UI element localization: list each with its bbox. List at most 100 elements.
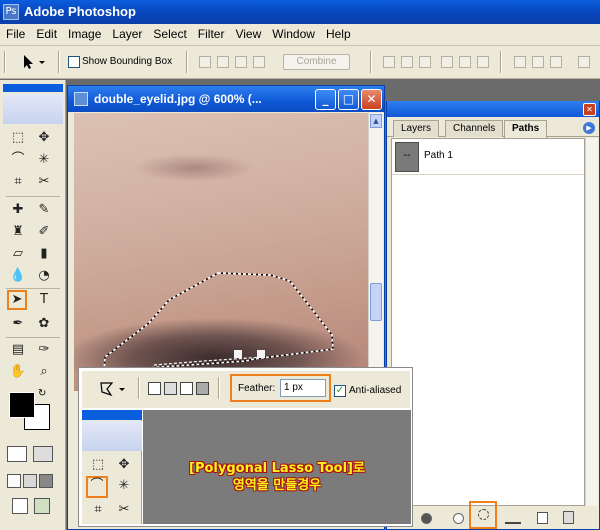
new-selection-icon[interactable] <box>148 382 161 395</box>
subtract-shape-area-icon[interactable] <box>217 56 229 68</box>
lasso-options-bar: Feather: 1 px ✓ Anti-aliased <box>82 371 410 408</box>
panel-scrollbar[interactable] <box>585 138 598 506</box>
distribute-bottom-icon[interactable] <box>550 56 562 68</box>
swap-colors-icon[interactable]: ↻ <box>38 388 46 399</box>
slice-tool-icon[interactable]: ✂ <box>114 500 134 520</box>
align-bottom-icon[interactable] <box>419 56 431 68</box>
align-left-icon[interactable] <box>441 56 453 68</box>
app-title: Adobe Photoshop <box>24 4 136 19</box>
toolbox-header[interactable] <box>3 84 63 92</box>
history-brush-tool-icon[interactable]: ✐ <box>34 222 54 242</box>
add-to-selection-icon[interactable] <box>164 382 177 395</box>
subtract-from-selection-icon[interactable] <box>180 382 193 395</box>
path-selection-tool-icon[interactable]: ➤ <box>7 290 27 310</box>
options-separator <box>58 51 60 73</box>
scrollbar-thumb[interactable] <box>370 283 382 321</box>
combine-button[interactable]: Combine <box>283 54 350 70</box>
menu-filter[interactable]: Filter <box>192 24 230 41</box>
marquee-tool-icon[interactable]: ⬚ <box>88 455 108 475</box>
menu-view[interactable]: View <box>229 24 266 41</box>
photoshop-feather-logo[interactable] <box>3 94 63 124</box>
align-right-icon[interactable] <box>477 56 489 68</box>
magic-wand-tool-icon[interactable]: ✳ <box>34 150 54 170</box>
marquee-tool-icon[interactable]: ⬚ <box>8 128 28 148</box>
eraser-tool-icon[interactable]: ▱ <box>8 244 28 264</box>
slice-tool-icon[interactable]: ✂ <box>34 172 54 192</box>
stroke-path-icon[interactable] <box>453 513 464 524</box>
crop-tool-icon[interactable]: ⌗ <box>8 172 28 192</box>
mini-toolbox-header <box>82 410 142 420</box>
distribute-top-icon[interactable] <box>514 56 526 68</box>
menu-help[interactable]: Help <box>320 24 356 41</box>
clone-stamp-tool-icon[interactable]: ♜ <box>8 222 28 242</box>
panel-menu-arrow-icon[interactable]: ▶ <box>583 122 595 134</box>
dodge-tool-icon[interactable]: ◔ <box>34 266 54 286</box>
anti-aliased-checkbox[interactable]: ✓ <box>334 385 346 397</box>
blur-tool-icon[interactable]: 💧 <box>8 266 28 286</box>
edit-in-imageready-icon[interactable] <box>34 498 50 514</box>
gradient-tool-icon[interactable]: ▮ <box>34 244 54 264</box>
quick-mask-mode-icon[interactable] <box>33 446 53 462</box>
full-screen-menu-mode-icon[interactable] <box>23 474 37 488</box>
notes-tool-icon[interactable]: ▤ <box>8 340 28 360</box>
menu-file[interactable]: File <box>0 24 30 41</box>
standard-mode-icon[interactable] <box>7 446 27 462</box>
polygonal-lasso-preset-icon[interactable] <box>98 380 130 398</box>
path-selection-tool-preset-icon[interactable] <box>18 53 48 71</box>
intersect-shape-area-icon[interactable] <box>235 56 247 68</box>
intersect-with-selection-icon[interactable] <box>196 382 209 395</box>
menu-layer[interactable]: Layer <box>106 24 147 41</box>
show-bounding-box-checkbox[interactable] <box>68 56 80 68</box>
align-vcenter-icon[interactable] <box>401 56 413 68</box>
document-title-bar[interactable]: double_eyelid.jpg @ 600% (... _ □ ✕ <box>68 86 384 112</box>
path-row[interactable]: -- Path 1 <box>392 139 584 175</box>
menu-select[interactable]: Select <box>147 24 191 41</box>
menu-window[interactable]: Window <box>266 24 320 41</box>
exclude-shape-area-icon[interactable] <box>253 56 265 68</box>
panel-close-button[interactable]: ✕ <box>583 103 596 116</box>
hand-tool-icon[interactable]: ✋ <box>8 362 28 382</box>
zoom-tool-icon[interactable]: ⌕ <box>34 362 54 382</box>
make-work-path-icon[interactable] <box>505 512 521 524</box>
tab-layers[interactable]: Layers <box>393 120 440 137</box>
tab-paths[interactable]: Paths <box>504 120 548 138</box>
options-separator <box>186 51 188 73</box>
jump-to-imageready-icon[interactable] <box>12 498 28 514</box>
fill-path-icon[interactable] <box>421 513 432 524</box>
move-tool-icon[interactable]: ✥ <box>114 455 134 475</box>
move-tool-icon[interactable]: ✥ <box>34 128 54 148</box>
align-top-icon[interactable] <box>383 56 395 68</box>
load-path-as-selection-icon[interactable] <box>478 509 489 520</box>
trash-icon[interactable] <box>563 511 574 524</box>
lasso-tool-icon[interactable]: ⌒ <box>8 150 28 170</box>
custom-shape-tool-icon[interactable]: ✿ <box>34 314 54 334</box>
eyedropper-tool-icon[interactable]: ✑ <box>34 340 54 360</box>
add-shape-area-icon[interactable] <box>199 56 211 68</box>
feather-field-highlight: Feather: 1 px <box>230 374 331 402</box>
minimize-button[interactable]: _ <box>315 89 336 110</box>
distribute-vcenter-icon[interactable] <box>532 56 544 68</box>
crop-tool-icon[interactable]: ⌗ <box>88 500 108 520</box>
standard-screen-mode-icon[interactable] <box>7 474 21 488</box>
healing-brush-tool-icon[interactable]: ✚ <box>8 200 28 220</box>
type-tool-icon[interactable]: T <box>34 290 54 310</box>
menu-image[interactable]: Image <box>62 24 106 41</box>
magic-wand-tool-icon[interactable]: ✳ <box>114 476 134 496</box>
full-screen-mode-icon[interactable] <box>39 474 53 488</box>
feather-input[interactable]: 1 px <box>280 379 326 397</box>
align-hcenter-icon[interactable] <box>459 56 471 68</box>
menu-edit[interactable]: Edit <box>30 24 62 41</box>
pen-tool-icon[interactable]: ✒ <box>8 314 28 334</box>
tab-channels[interactable]: Channels <box>445 120 504 137</box>
new-path-icon[interactable] <box>537 512 548 524</box>
maximize-button[interactable]: □ <box>338 89 359 110</box>
polygonal-lasso-tool-icon[interactable]: ⌒ <box>86 476 108 498</box>
foreground-color-swatch[interactable] <box>9 392 35 418</box>
distribute-left-icon[interactable] <box>578 56 590 68</box>
image-canvas[interactable] <box>74 113 368 391</box>
panel-title-bar[interactable]: ✕ <box>387 101 599 117</box>
brush-tool-icon[interactable]: ✎ <box>34 200 54 220</box>
close-button[interactable]: ✕ <box>361 89 382 110</box>
vertical-scrollbar[interactable]: ▲ <box>368 113 383 391</box>
scroll-up-arrow-icon[interactable]: ▲ <box>370 114 382 128</box>
